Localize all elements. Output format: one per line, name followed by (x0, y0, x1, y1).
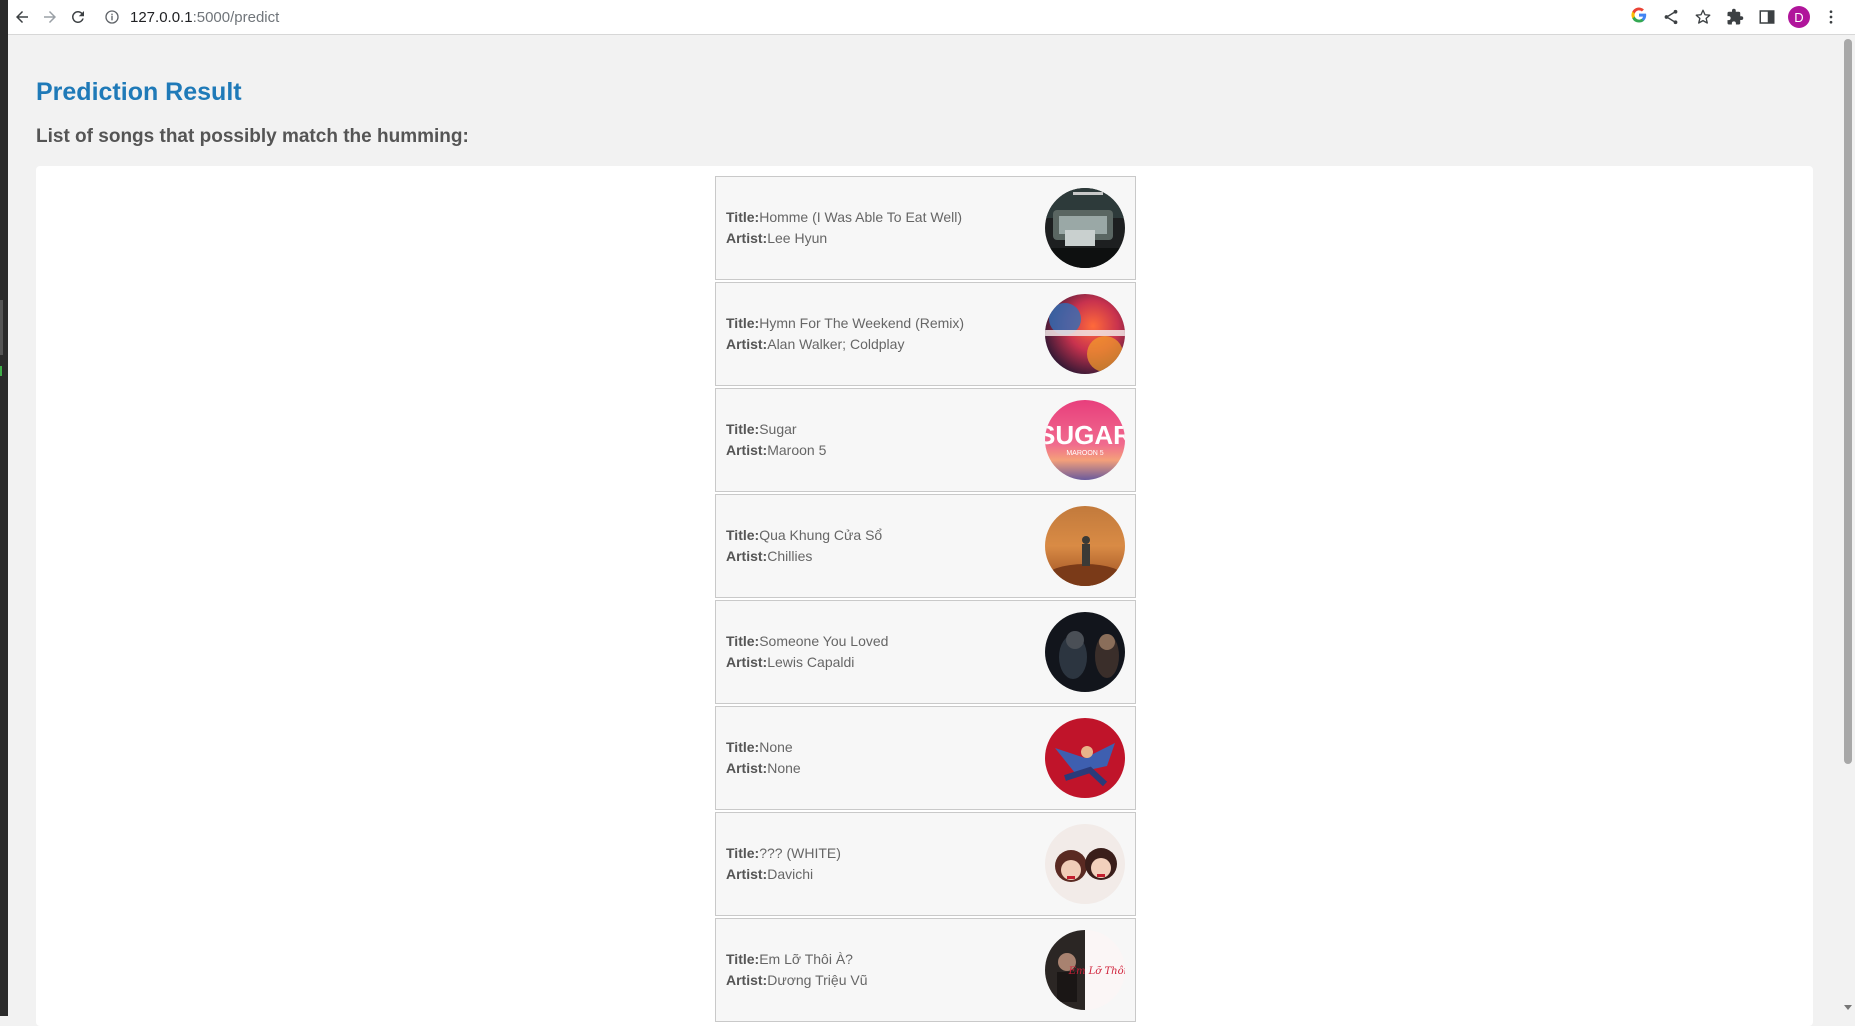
album-cover (1045, 612, 1125, 692)
song-title: Homme (I Was Able To Eat Well) (759, 209, 963, 225)
album-cover (1045, 824, 1125, 904)
artist-label: Artist: (726, 760, 768, 776)
browser-toolbar: 127.0.0.1:5000/predict D (8, 0, 1855, 35)
song-artist: Maroon 5 (767, 442, 827, 458)
song-info: Title:Homme (I Was Able To Eat Well) Art… (726, 207, 962, 249)
page-title: Prediction Result (36, 78, 242, 106)
song-info: Title:Sugar Artist:Maroon 5 (726, 419, 826, 461)
title-label: Title: (726, 633, 760, 649)
song-info: Title:Hymn For The Weekend (Remix) Artis… (726, 313, 964, 355)
album-cover (1045, 506, 1125, 586)
song-info: Title:??? (WHITE) Artist:Davichi (726, 843, 841, 885)
puzzle-icon (1727, 8, 1744, 25)
song-item[interactable]: Title:None Artist:None (715, 706, 1136, 810)
reload-icon (71, 10, 84, 23)
song-artist: Davichi (767, 866, 814, 882)
title-label: Title: (726, 739, 760, 755)
song-title: Em Lỡ Thôi À? (759, 951, 853, 967)
title-label: Title: (726, 421, 760, 437)
album-cover: Em Lỡ Thôi à? (1045, 930, 1125, 1010)
cover-text: SUGAR (1045, 420, 1125, 450)
song-item[interactable]: Title:Qua Khung Cửa Sổ Artist:Chillies (715, 494, 1136, 598)
song-title: Qua Khung Cửa Sổ (759, 527, 883, 543)
arrow-left-icon (16, 11, 28, 23)
song-info: Title:None Artist:None (726, 737, 801, 779)
song-item[interactable]: Title:Someone You Loved Artist:Lewis Cap… (715, 600, 1136, 704)
artist-label: Artist: (726, 866, 768, 882)
song-item[interactable]: Title:Sugar Artist:Maroon 5 SUGAR MAROON … (715, 388, 1136, 492)
song-info: Title:Someone You Loved Artist:Lewis Cap… (726, 631, 888, 673)
side-panel-icon (1759, 10, 1775, 24)
title-label: Title: (726, 951, 760, 967)
cover-script-text: Em Lỡ Thôi à? (1068, 966, 1125, 977)
song-item[interactable]: Title:Hymn For The Weekend (Remix) Artis… (715, 282, 1136, 386)
artist-label: Artist: (726, 336, 768, 352)
song-info: Title:Qua Khung Cửa Sổ Artist:Chillies (726, 525, 882, 567)
info-icon[interactable] (104, 9, 120, 25)
artist-label: Artist: (726, 548, 768, 564)
song-artist: Dương Triệu Vũ (767, 972, 868, 988)
side-panel-button[interactable] (1751, 3, 1783, 31)
menu-button[interactable] (1815, 3, 1847, 31)
title-label: Title: (726, 209, 760, 225)
album-cover (1045, 718, 1125, 798)
forward-button[interactable] (36, 3, 64, 31)
title-label: Title: (726, 845, 760, 861)
results-panel: Title:Homme (I Was Able To Eat Well) Art… (36, 166, 1813, 1026)
desktop-edge (0, 0, 8, 1016)
song-artist: Alan Walker; Coldplay (767, 336, 905, 352)
scroll-thumb[interactable] (1844, 39, 1852, 764)
cover-subtext: MAROON 5 (1066, 450, 1103, 457)
song-title: Hymn For The Weekend (Remix) (759, 315, 965, 331)
artist-label: Artist: (726, 442, 768, 458)
artist-label: Artist: (726, 654, 768, 670)
title-label: Title: (726, 527, 760, 543)
artist-label: Artist: (726, 230, 768, 246)
url-host: 127.0.0.1 (130, 8, 193, 26)
page-content: Prediction Result List of songs that pos… (8, 35, 1843, 1026)
url-path: :5000/predict (192, 8, 280, 26)
song-artist: Chillies (767, 548, 813, 564)
song-info: Title:Em Lỡ Thôi À? Artist:Dương Triệu V… (726, 949, 868, 991)
song-title: Sugar (759, 421, 797, 437)
page-subtitle: List of songs that possibly match the hu… (36, 126, 469, 147)
scroll-down-arrow-icon[interactable] (1844, 1005, 1852, 1010)
page-scrollbar[interactable] (1841, 35, 1855, 1016)
share-button[interactable] (1655, 3, 1687, 31)
song-item[interactable]: Title:Em Lỡ Thôi À? Artist:Dương Triệu V… (715, 918, 1136, 1022)
song-artist: Lewis Capaldi (767, 654, 855, 670)
title-label: Title: (726, 315, 760, 331)
album-cover (1045, 188, 1125, 268)
song-title: ??? (WHITE) (759, 845, 841, 861)
song-item[interactable]: Title:Homme (I Was Able To Eat Well) Art… (715, 176, 1136, 280)
arrow-right-icon (44, 11, 56, 23)
kebab-menu-icon (1829, 10, 1833, 24)
back-button[interactable] (8, 3, 36, 31)
extensions-button[interactable] (1719, 3, 1751, 31)
reload-button[interactable] (64, 3, 92, 31)
address-bar[interactable]: 127.0.0.1:5000/predict (104, 2, 1623, 32)
artist-label: Artist: (726, 972, 768, 988)
song-artist: Lee Hyun (767, 230, 828, 246)
song-title: None (759, 739, 793, 755)
google-lens-button[interactable] (1623, 3, 1655, 31)
profile-avatar[interactable]: D (1788, 6, 1810, 28)
star-icon (1695, 9, 1711, 24)
album-cover: SUGAR MAROON 5 (1045, 400, 1125, 480)
google-icon (1630, 6, 1648, 28)
bookmark-button[interactable] (1687, 3, 1719, 31)
song-title: Someone You Loved (759, 633, 889, 649)
share-icon (1664, 9, 1678, 25)
album-cover (1045, 294, 1125, 374)
song-item[interactable]: Title:??? (WHITE) Artist:Davichi (715, 812, 1136, 916)
song-list: Title:Homme (I Was Able To Eat Well) Art… (715, 176, 1136, 1024)
song-artist: None (767, 760, 801, 776)
